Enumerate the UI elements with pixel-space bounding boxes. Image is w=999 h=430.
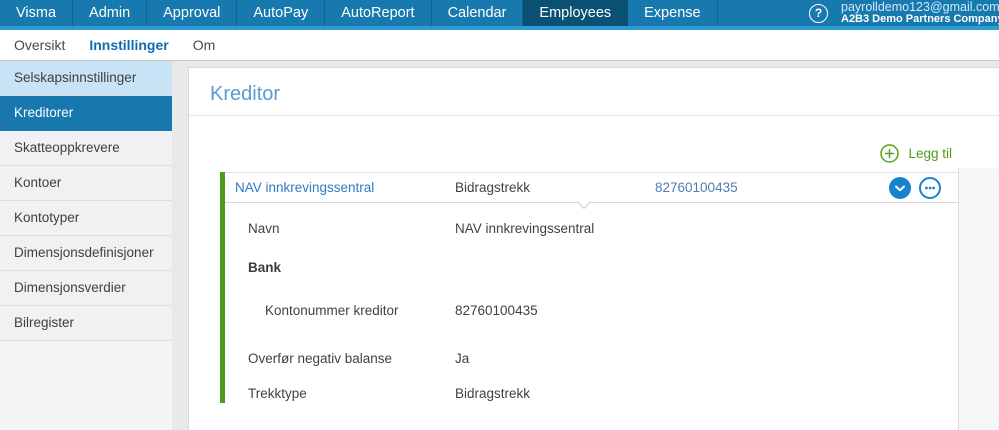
creditor-account: 82760100435 [655, 180, 738, 195]
row-actions [889, 176, 958, 199]
top-nav-items: Visma Admin Approval AutoPay AutoReport … [0, 0, 718, 26]
nav-item-autopay[interactable]: AutoPay [237, 0, 326, 26]
chevron-down-circle-icon[interactable] [889, 176, 911, 199]
plus-circle-icon [880, 144, 900, 163]
sidebar-item-kreditorer[interactable]: Kreditorer [0, 96, 172, 131]
creditor-panel: NAV innkrevingssentral Bidragstrekk 8276… [220, 172, 958, 403]
field-trekktype: Trekktype Bidragstrekk [248, 385, 958, 403]
tab-om[interactable]: Om [193, 37, 216, 53]
creditor-type: Bidragstrekk [455, 180, 531, 195]
field-value: Bidragstrekk [455, 386, 531, 401]
main-panel: Kreditor Legg til NAV innkrevingssentral [172, 61, 999, 430]
field-value: Ja [455, 351, 470, 366]
field-overfor-negativ-balanse: Overfør negativ balanse Ja [248, 350, 958, 368]
content-area: Selskapsinnstillinger Kreditorer Skatteo… [0, 61, 999, 430]
add-creditor-label: Legg til [908, 146, 952, 161]
field-value: 82760100435 [455, 303, 538, 318]
more-options-icon[interactable] [919, 176, 941, 199]
field-label: Kontonummer kreditor [265, 303, 399, 318]
page-title: Kreditor [189, 68, 999, 116]
nav-item-approval[interactable]: Approval [147, 0, 238, 26]
field-label: Overfør negativ balanse [248, 351, 393, 366]
nav-item-autoreport[interactable]: AutoReport [325, 0, 432, 26]
top-nav-right: payrolldemo123@gmail.com A2B3 Demo Partn… [809, 0, 999, 26]
group-heading: Bank [248, 260, 282, 275]
actions-bar: Legg til [189, 116, 999, 172]
add-creditor-button[interactable]: Legg til [880, 144, 952, 163]
sidebar-item-kontotyper[interactable]: Kontotyper [0, 201, 172, 236]
sidebar-item-dimensjonsdefinisjoner[interactable]: Dimensjonsdefinisjoner [0, 236, 172, 271]
kreditor-card: Kreditor Legg til NAV innkrevingssentral [188, 67, 999, 430]
nav-item-calendar[interactable]: Calendar [432, 0, 524, 26]
tab-innstillinger[interactable]: Innstillinger [89, 37, 168, 53]
nav-item-expense[interactable]: Expense [628, 0, 718, 26]
user-menu[interactable]: payrolldemo123@gmail.com A2B3 Demo Partn… [841, 0, 999, 26]
visma-app-window: Visma Admin Approval AutoPay AutoReport … [0, 0, 999, 430]
field-group-bank: Bank [248, 259, 958, 277]
user-company: A2B3 Demo Partners Company [841, 13, 999, 26]
settings-sidebar: Selskapsinnstillinger Kreditorer Skatteo… [0, 61, 172, 430]
sidebar-item-kontoer[interactable]: Kontoer [0, 166, 172, 201]
tab-oversikt[interactable]: Oversikt [14, 37, 65, 53]
field-label: Navn [248, 221, 280, 236]
sidebar-item-bilregister[interactable]: Bilregister [0, 306, 172, 341]
creditor-details: Navn NAV innkrevingssentral Bank Kontonu… [225, 194, 958, 403]
field-navn: Navn NAV innkrevingssentral [248, 220, 958, 238]
creditor-name: NAV innkrevingssentral [235, 180, 375, 195]
creditor-row[interactable]: NAV innkrevingssentral Bidragstrekk 8276… [225, 172, 958, 203]
creditor-panel-wrap: NAV innkrevingssentral Bidragstrekk 8276… [220, 172, 958, 403]
nav-item-employees[interactable]: Employees [523, 0, 629, 26]
nav-item-admin[interactable]: Admin [73, 0, 148, 26]
sidebar-item-selskapsinnstillinger[interactable]: Selskapsinnstillinger [0, 61, 172, 96]
field-value: NAV innkrevingssentral [455, 221, 595, 236]
top-navigation: Visma Admin Approval AutoPay AutoReport … [0, 0, 999, 26]
right-gutter [958, 168, 999, 430]
sidebar-item-dimensjonsverdier[interactable]: Dimensjonsverdier [0, 271, 172, 306]
sidebar-item-skatteoppkrevere[interactable]: Skatteoppkrevere [0, 131, 172, 166]
field-kontonummer-kreditor: Kontonummer kreditor 82760100435 [265, 302, 958, 320]
sub-navigation: Oversikt Innstillinger Om [0, 30, 999, 61]
field-label: Trekktype [248, 386, 307, 401]
nav-item-visma[interactable]: Visma [0, 0, 74, 26]
help-icon[interactable] [809, 3, 828, 23]
